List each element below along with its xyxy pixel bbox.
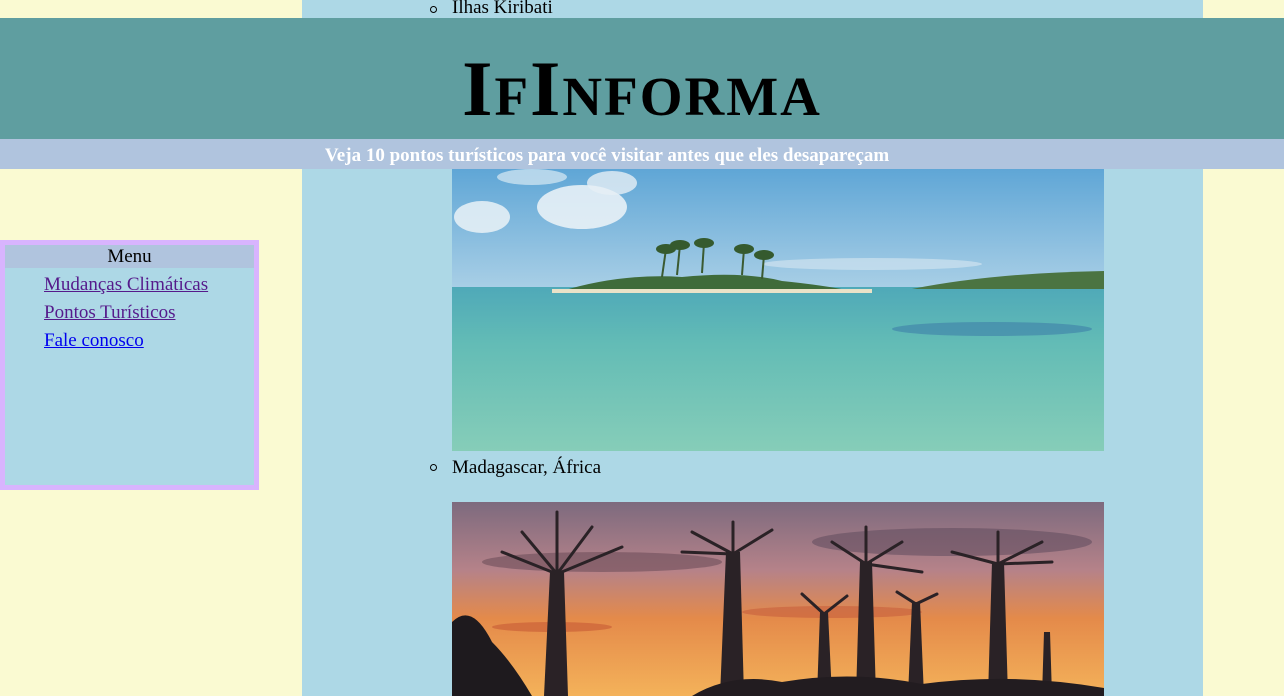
subheader-banner: Veja 10 pontos turísticos para você visi… [0, 139, 1284, 169]
menu-link-mudancas-climaticas[interactable]: Mudanças Climáticas [44, 274, 208, 295]
menu-item-pontos-turisticos: Pontos Turísticos [44, 300, 254, 328]
menu-item-fale-conosco: Fale conosco [44, 328, 254, 356]
baobab-trees-sunset-photo [452, 502, 1104, 696]
site-header: IfInforma [0, 18, 1284, 139]
menu-list: Mudanças Climáticas Pontos Turísticos Fa… [5, 268, 254, 356]
menu-item-mudancas-climaticas: Mudanças Climáticas [44, 272, 254, 300]
menu-title: Menu [5, 245, 254, 268]
site-title: IfInforma [462, 45, 822, 132]
list-bullet-icon [430, 6, 437, 13]
destination-label-kiribati: Ilhas Kiribati [452, 0, 553, 18]
side-menu: Menu Mudanças Climáticas Pontos Turístic… [0, 240, 259, 490]
list-bullet-icon [430, 464, 437, 471]
menu-link-pontos-turisticos[interactable]: Pontos Turísticos [44, 302, 175, 323]
menu-link-fale-conosco[interactable]: Fale conosco [44, 330, 144, 351]
page: Ilhas Kiribati IfInforma Veja 10 pontos … [0, 0, 1284, 696]
page-subtitle: Veja 10 pontos turísticos para você visi… [324, 145, 890, 166]
destination-label-madagascar: Madagascar, África [452, 457, 602, 478]
tropical-island-lagoon-photo [452, 169, 1104, 451]
